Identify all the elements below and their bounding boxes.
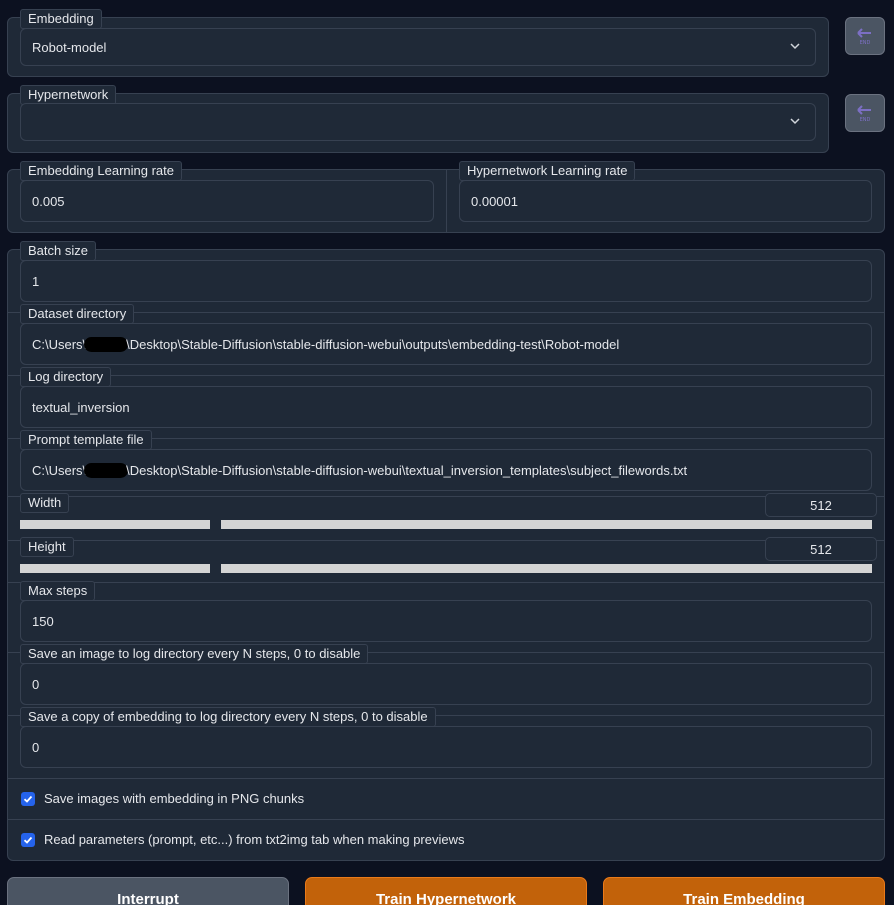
prompt-template-label: Prompt template file <box>20 430 152 450</box>
embedding-refresh-button[interactable]: END <box>845 17 885 55</box>
svg-text:END: END <box>860 40 871 46</box>
batch-size-label: Batch size <box>20 241 96 261</box>
max-steps-input[interactable]: 150 <box>20 600 872 642</box>
embedding-lr-label: Embedding Learning rate <box>20 161 182 181</box>
height-slider-thumb[interactable] <box>210 564 221 573</box>
height-slider[interactable] <box>20 564 872 573</box>
png-chunks-checkbox[interactable] <box>21 792 35 806</box>
check-icon <box>23 795 33 803</box>
save-image-every-input[interactable]: 0 <box>20 663 872 705</box>
prompt-template-input[interactable]: C:\Users\ \Desktop\Stable-Diffusion\stabl… <box>20 449 872 491</box>
hypernetwork-label: Hypernetwork <box>20 85 117 105</box>
read-params-label[interactable]: Read parameters (prompt, etc...) from tx… <box>44 832 465 847</box>
hypernetwork-select[interactable] <box>20 103 816 141</box>
row-divider <box>8 375 884 376</box>
embedding-lr-input[interactable]: 0.005 <box>20 180 434 222</box>
embedding-select[interactable]: Robot-model <box>20 28 816 66</box>
height-label: Height <box>20 537 74 557</box>
hypernetwork-lr-label: Hypernetwork Learning rate <box>459 161 636 181</box>
learning-rate-divider <box>446 170 447 232</box>
row-divider <box>8 582 884 583</box>
embedding-select-value: Robot-model <box>32 39 107 55</box>
refresh-icon: END <box>857 28 871 46</box>
row-divider <box>8 496 884 497</box>
png-chunks-label[interactable]: Save images with embedding in PNG chunks <box>44 791 304 806</box>
redacted-username <box>84 462 129 478</box>
embedding-label: Embedding <box>20 9 102 29</box>
save-image-every-label: Save an image to log directory every N s… <box>20 644 369 664</box>
row-divider <box>8 819 884 820</box>
template-path-suffix: \Desktop\Stable-Diffusion\stable-diffusi… <box>126 462 688 478</box>
chevron-down-icon <box>790 43 800 50</box>
template-path-prefix: C:\Users\ <box>32 462 87 478</box>
train-tab: Embedding Robot-model END Hypernetwork E… <box>0 0 894 905</box>
row-divider <box>8 312 884 313</box>
row-divider <box>8 540 884 541</box>
log-directory-label: Log directory <box>20 367 112 387</box>
svg-text:END: END <box>860 117 871 123</box>
width-slider-thumb[interactable] <box>210 520 221 529</box>
max-steps-label: Max steps <box>20 581 96 601</box>
width-number-input[interactable]: 512 <box>765 493 877 517</box>
train-hypernetwork-button[interactable]: Train Hypernetwork <box>305 877 587 905</box>
width-slider[interactable] <box>20 520 872 529</box>
save-embedding-every-label: Save a copy of embedding to log director… <box>20 707 436 727</box>
log-directory-input[interactable]: textual_inversion <box>20 386 872 428</box>
refresh-icon: END <box>857 105 871 123</box>
batch-size-input[interactable]: 1 <box>20 260 872 302</box>
hypernetwork-refresh-button[interactable]: END <box>845 94 885 132</box>
dataset-path-suffix: \Desktop\Stable-Diffusion\stable-diffusi… <box>126 336 620 352</box>
dataset-path-prefix: C:\Users\ <box>32 336 87 352</box>
check-icon <box>23 836 33 844</box>
height-number-input[interactable]: 512 <box>765 537 877 561</box>
dataset-directory-input[interactable]: C:\Users\ \Desktop\Stable-Diffusion\stabl… <box>20 323 872 365</box>
dataset-directory-label: Dataset directory <box>20 304 135 324</box>
save-embedding-every-input[interactable]: 0 <box>20 726 872 768</box>
read-params-checkbox[interactable] <box>21 833 35 847</box>
train-embedding-button[interactable]: Train Embedding <box>603 877 885 905</box>
row-divider <box>8 778 884 779</box>
interrupt-button[interactable]: Interrupt <box>7 877 289 905</box>
redacted-username <box>84 336 129 352</box>
hypernetwork-lr-input[interactable]: 0.00001 <box>459 180 872 222</box>
width-label: Width <box>20 493 70 513</box>
chevron-down-icon <box>790 118 800 125</box>
